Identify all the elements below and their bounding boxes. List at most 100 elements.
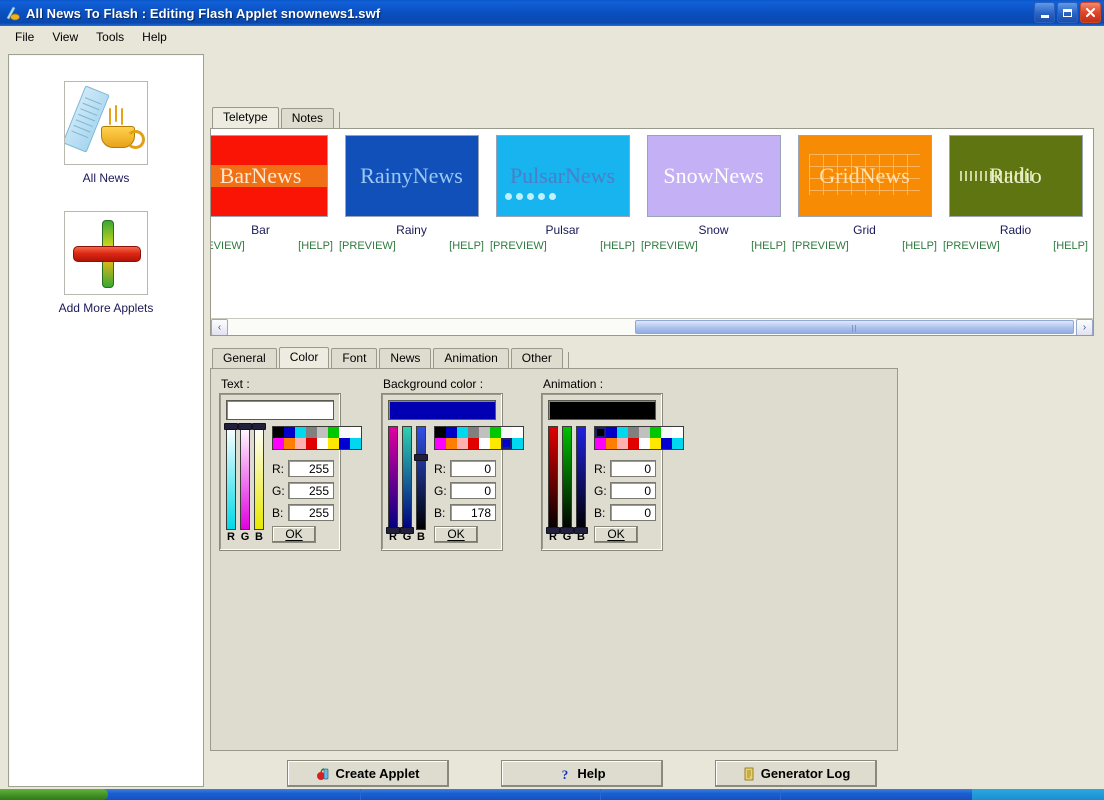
gallery-item[interactable]: BarNews Bar [PREVIEW] [HELP] [211, 135, 336, 252]
slider-thumb-r[interactable] [386, 527, 400, 534]
green-input[interactable]: 255 [288, 482, 334, 499]
menu-item-tools[interactable]: Tools [87, 28, 133, 46]
menu-item-help[interactable]: Help [133, 28, 176, 46]
red-input[interactable]: 255 [288, 460, 334, 477]
palette-swatch[interactable] [435, 438, 446, 449]
palette-swatch[interactable] [501, 438, 512, 449]
menu-item-file[interactable]: File [6, 28, 43, 46]
menu-item-view[interactable]: View [43, 28, 87, 46]
palette-swatch[interactable] [479, 427, 490, 438]
help-link[interactable]: [HELP] [449, 240, 484, 252]
palette-swatch[interactable] [339, 438, 350, 449]
slider-thumb-r[interactable] [546, 527, 560, 534]
palette-swatch[interactable] [446, 427, 457, 438]
color-palette[interactable] [272, 426, 362, 450]
palette-swatch[interactable] [617, 427, 628, 438]
palette-swatch[interactable] [628, 427, 639, 438]
slider-thumb-g[interactable] [400, 527, 414, 534]
palette-swatch[interactable] [446, 438, 457, 449]
slider-r[interactable] [224, 423, 238, 530]
palette-swatch[interactable] [628, 438, 639, 449]
create-applet-button[interactable]: Create Applet [287, 760, 449, 787]
palette-swatch[interactable] [490, 438, 501, 449]
palette-swatch[interactable] [273, 427, 284, 438]
color-palette[interactable] [594, 426, 684, 450]
sidebar-item-all-news[interactable]: All News [9, 81, 203, 185]
palette-swatch[interactable] [606, 438, 617, 449]
help-link[interactable]: [HELP] [1053, 240, 1088, 252]
palette-swatch[interactable] [617, 438, 628, 449]
palette-swatch[interactable] [295, 427, 306, 438]
preview-link[interactable]: [PREVIEW] [641, 240, 698, 252]
palette-swatch[interactable] [457, 427, 468, 438]
tab-general[interactable]: General [212, 348, 277, 368]
slider-r[interactable] [546, 426, 560, 534]
color-palette[interactable] [434, 426, 524, 450]
palette-swatch[interactable] [479, 438, 490, 449]
palette-swatch[interactable] [435, 427, 446, 438]
blue-input[interactable]: 0 [610, 504, 656, 521]
scroll-right-button[interactable]: › [1076, 319, 1093, 335]
ok-button[interactable]: OK [594, 526, 638, 543]
red-input[interactable]: 0 [450, 460, 496, 477]
palette-swatch[interactable] [339, 427, 350, 438]
palette-swatch[interactable] [306, 427, 317, 438]
palette-swatch[interactable] [639, 438, 650, 449]
preview-link[interactable]: [PREVIEW] [943, 240, 1000, 252]
scroll-left-button[interactable]: ‹ [211, 319, 228, 335]
palette-swatch[interactable] [273, 438, 284, 449]
palette-swatch[interactable] [284, 438, 295, 449]
maximize-button[interactable] [1057, 2, 1078, 23]
palette-swatch[interactable] [650, 438, 661, 449]
gallery-item[interactable]: SnowNews Snow [PREVIEW] [HELP] [638, 135, 789, 252]
preview-link[interactable]: [PREVIEW] [211, 240, 245, 252]
tab-animation[interactable]: Animation [433, 348, 509, 368]
gallery-thumbnail[interactable]: BarNews [211, 135, 328, 217]
preview-link[interactable]: [PREVIEW] [339, 240, 396, 252]
gallery-thumbnail[interactable]: GridNews [797, 135, 932, 217]
help-link[interactable]: [HELP] [298, 240, 333, 252]
generator-log-button[interactable]: Generator Log [715, 760, 877, 787]
palette-swatch[interactable] [661, 427, 672, 438]
scroll-track[interactable] [228, 319, 1076, 335]
palette-swatch[interactable] [350, 427, 361, 438]
slider-thumb-r[interactable] [224, 423, 238, 430]
slider-thumb-g[interactable] [560, 527, 574, 534]
close-button[interactable] [1080, 2, 1101, 23]
help-button[interactable]: ? Help [501, 760, 663, 787]
palette-swatch[interactable] [468, 438, 479, 449]
blue-input[interactable]: 178 [450, 504, 496, 521]
red-input[interactable]: 0 [610, 460, 656, 477]
gallery-item[interactable]: PulsarNews Pulsar [PREVIEW] [HELP] [487, 135, 638, 252]
gallery-item[interactable]: RainyNews Rainy [PREVIEW] [HELP] [336, 135, 487, 252]
help-link[interactable]: [HELP] [751, 240, 786, 252]
palette-swatch[interactable] [512, 427, 523, 438]
palette-swatch[interactable] [295, 438, 306, 449]
palette-swatch[interactable] [639, 427, 650, 438]
slider-thumb-b[interactable] [414, 454, 428, 462]
slider-b[interactable] [574, 426, 588, 534]
palette-swatch[interactable] [650, 427, 661, 438]
gallery-thumbnail[interactable]: Radio [948, 135, 1083, 217]
palette-swatch[interactable] [595, 427, 606, 438]
preview-link[interactable]: [PREVIEW] [792, 240, 849, 252]
slider-b[interactable] [252, 423, 266, 530]
palette-swatch[interactable] [317, 427, 328, 438]
ok-button[interactable]: OK [272, 526, 316, 543]
palette-swatch[interactable] [284, 427, 295, 438]
gallery-thumbnail[interactable]: RainyNews [344, 135, 479, 217]
tab-other[interactable]: Other [510, 348, 563, 368]
blue-input[interactable]: 255 [288, 504, 334, 521]
slider-b[interactable] [414, 426, 428, 530]
palette-swatch[interactable] [595, 438, 606, 449]
palette-swatch[interactable] [350, 438, 361, 449]
ok-button[interactable]: OK [434, 526, 478, 543]
palette-swatch[interactable] [512, 438, 523, 449]
palette-swatch[interactable] [457, 438, 468, 449]
minimize-button[interactable] [1034, 2, 1055, 23]
slider-thumb-g[interactable] [238, 423, 252, 430]
gallery-thumbnail[interactable]: SnowNews [646, 135, 781, 217]
start-button[interactable] [0, 789, 108, 800]
gallery-hscrollbar[interactable]: ‹ › [211, 318, 1093, 335]
gallery-thumbnail[interactable]: PulsarNews [495, 135, 630, 217]
